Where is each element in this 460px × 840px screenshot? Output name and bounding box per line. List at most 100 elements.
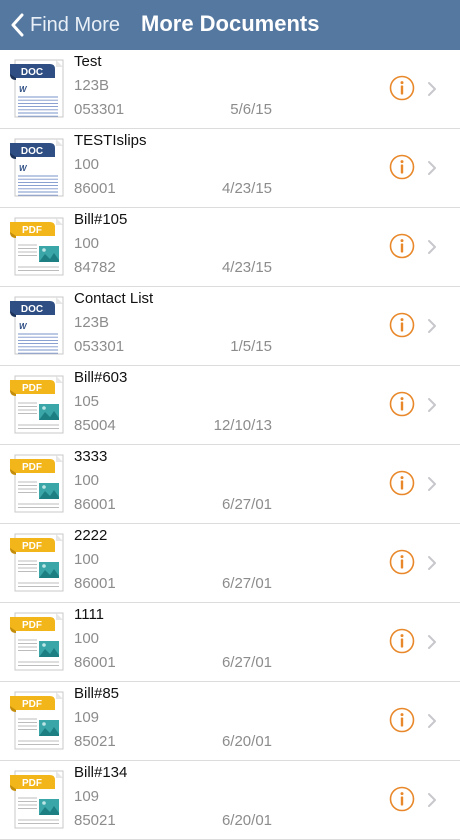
document-date: 12/10/13 (213, 417, 272, 434)
document-number: 86001 (74, 496, 116, 513)
document-name: TESTIslips (74, 132, 147, 149)
document-date: 6/27/01 (221, 496, 272, 513)
pdf-file-icon: PDF (10, 454, 64, 513)
document-row[interactable]: DOC W Test 123B 053301 5/6/15 (0, 50, 460, 129)
svg-text:PDF: PDF (22, 699, 42, 710)
pdf-file-icon: PDF (10, 612, 64, 671)
document-name: Bill#134 (74, 764, 128, 781)
navigation-bar: Find More More Documents (0, 0, 460, 50)
svg-text:PDF: PDF (22, 225, 42, 236)
chevron-right-icon (428, 793, 436, 807)
document-row[interactable]: PDF Bill#603 105 85004 12/10/13 (0, 366, 460, 445)
document-name: 2222 (74, 527, 108, 544)
svg-text:DOC: DOC (21, 67, 43, 78)
doc-file-icon: DOCW (10, 296, 64, 355)
info-icon[interactable] (389, 75, 415, 101)
file-thumbnail: DOC W (10, 136, 66, 198)
document-row[interactable]: DOC W Contact List 123B 053301 1/5/15 (0, 287, 460, 366)
document-number: 85021 (74, 733, 116, 750)
file-thumbnail: PDF (10, 610, 66, 672)
document-date: 4/23/15 (221, 259, 272, 276)
info-icon[interactable] (389, 391, 415, 417)
document-code: 123B (74, 314, 110, 331)
document-name: 3333 (74, 448, 108, 465)
info-icon[interactable] (389, 707, 415, 733)
svg-text:PDF: PDF (22, 778, 42, 789)
chevron-right-icon (428, 82, 436, 96)
document-code: 109 (74, 788, 100, 805)
doc-file-icon: DOCW (10, 138, 64, 197)
chevron-right-icon (428, 477, 436, 491)
document-number: 85021 (74, 812, 116, 829)
document-row[interactable]: PDF Bill#85 109 85021 6/20/01 (0, 682, 460, 761)
document-code: 100 (74, 235, 100, 252)
svg-text:DOC: DOC (21, 146, 43, 157)
file-thumbnail: PDF (10, 215, 66, 277)
svg-text:PDF: PDF (22, 462, 42, 473)
document-date: 5/6/15 (230, 101, 272, 118)
document-number: 053301 (74, 101, 125, 118)
pdf-file-icon: PDF (10, 770, 64, 829)
svg-text:PDF: PDF (22, 383, 42, 394)
svg-text:PDF: PDF (22, 541, 42, 552)
document-date: 6/20/01 (221, 733, 272, 750)
document-name: Bill#105 (74, 211, 128, 228)
document-list: DOC W Test 123B 053301 5/6/15 DOC W TESTIs… (0, 50, 460, 840)
info-icon[interactable] (389, 786, 415, 812)
document-date: 6/20/01 (221, 812, 272, 829)
document-code: 100 (74, 551, 100, 568)
file-thumbnail: PDF (10, 531, 66, 593)
info-icon[interactable] (389, 549, 415, 575)
document-number: 86001 (74, 654, 116, 671)
chevron-right-icon (428, 714, 436, 728)
document-code: 100 (74, 156, 100, 173)
file-thumbnail: DOC W (10, 294, 66, 356)
chevron-right-icon (428, 161, 436, 175)
info-icon[interactable] (389, 154, 415, 180)
document-row[interactable]: PDF 2222 100 86001 6/27/01 (0, 524, 460, 603)
document-number: 053301 (74, 338, 125, 355)
doc-file-icon: DOCW (10, 59, 64, 118)
chevron-right-icon (428, 635, 436, 649)
page-title: More Documents (141, 11, 320, 36)
info-icon[interactable] (389, 470, 415, 496)
info-icon[interactable] (389, 312, 415, 338)
document-number: 86001 (74, 575, 116, 592)
document-row[interactable]: PDF Bill#134 109 85021 6/20/01 (0, 761, 460, 840)
file-thumbnail: PDF (10, 689, 66, 751)
document-name: Test (74, 53, 102, 70)
document-name: Bill#603 (74, 369, 128, 386)
chevron-right-icon (428, 240, 436, 254)
svg-text:PDF: PDF (22, 620, 42, 631)
chevron-left-icon (11, 13, 24, 37)
pdf-file-icon: PDF (10, 533, 64, 592)
document-date: 6/27/01 (221, 575, 272, 592)
chevron-right-icon (428, 319, 436, 333)
back-button-label: Find More (30, 13, 121, 36)
document-code: 100 (74, 630, 100, 647)
pdf-file-icon: PDF (10, 691, 64, 750)
document-number: 84782 (74, 259, 116, 276)
document-code: 123B (74, 77, 110, 94)
file-thumbnail: PDF (10, 768, 66, 830)
chevron-right-icon (428, 556, 436, 570)
document-date: 1/5/15 (230, 338, 272, 355)
file-thumbnail: PDF (10, 452, 66, 514)
info-icon[interactable] (389, 628, 415, 654)
document-number: 85004 (74, 417, 116, 434)
document-row[interactable]: PDF 3333 100 86001 6/27/01 (0, 445, 460, 524)
document-row[interactable]: DOC W TESTIslips 100 86001 4/23/15 (0, 129, 460, 208)
pdf-file-icon: PDF (10, 375, 64, 434)
chevron-right-icon (428, 398, 436, 412)
info-icon[interactable] (389, 233, 415, 259)
back-button[interactable]: Find More (10, 0, 120, 50)
document-name: Bill#85 (74, 685, 120, 702)
document-code: 105 (74, 393, 100, 410)
pdf-file-icon: PDF (10, 217, 64, 276)
file-thumbnail: PDF (10, 373, 66, 435)
document-row[interactable]: PDF 1111 100 86001 6/27/01 (0, 603, 460, 682)
document-code: 109 (74, 709, 100, 726)
document-code: 100 (74, 472, 100, 489)
document-row[interactable]: PDF Bill#105 100 84782 4/23/15 (0, 208, 460, 287)
document-name: Contact List (74, 290, 154, 307)
